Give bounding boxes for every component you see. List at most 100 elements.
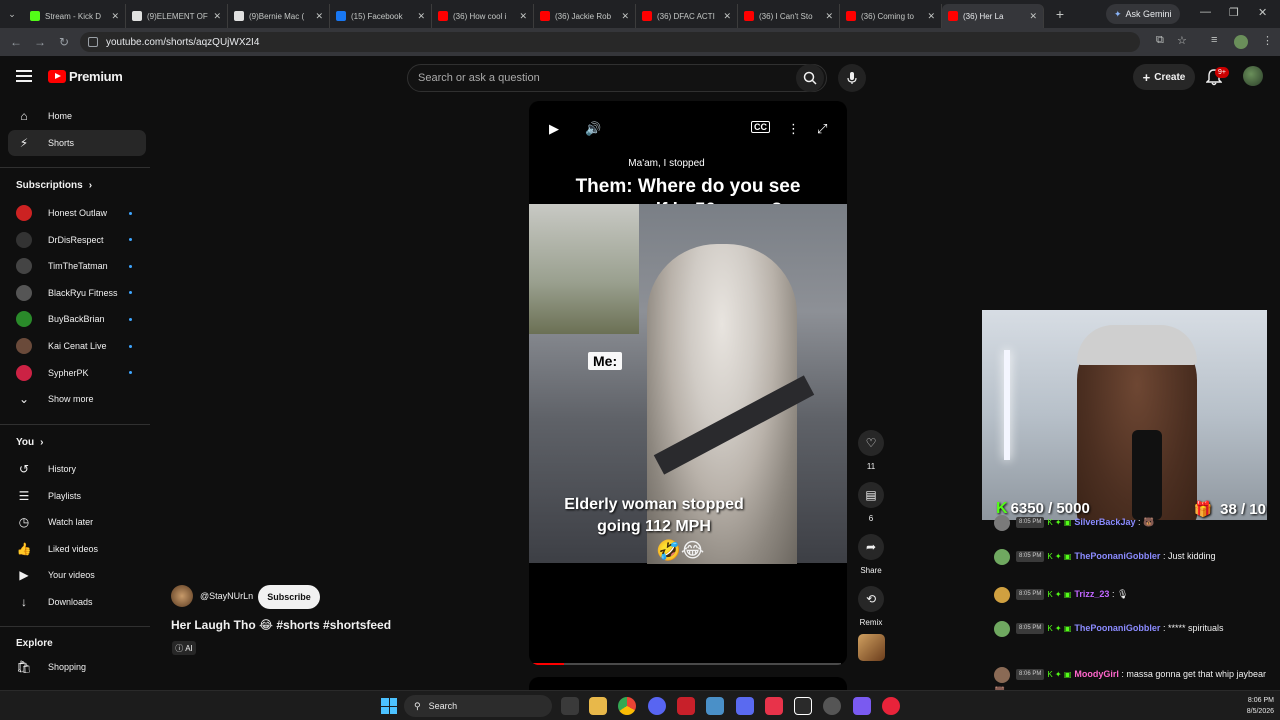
you-header[interactable]: You › <box>16 437 44 448</box>
chat-username[interactable]: MoodyGirl <box>1074 669 1119 679</box>
bookmark-star-icon[interactable]: ☆ <box>1177 34 1187 47</box>
sidebar-item-history[interactable]: ↺ History <box>8 456 146 482</box>
channel-name[interactable]: @StayNUrLn <box>200 591 253 601</box>
tab-list-icon[interactable]: ⌄ <box>0 9 24 20</box>
sidebar-item-blackryu-fitness[interactable]: BlackRyu Fitness <box>8 280 146 306</box>
app-icon-purple[interactable] <box>853 697 871 715</box>
more-options-icon[interactable]: ⋮ <box>787 121 800 137</box>
subscribe-button[interactable]: Subscribe <box>258 585 320 609</box>
close-tab-icon[interactable]: ✕ <box>723 11 731 22</box>
voice-search-button[interactable] <box>838 64 866 92</box>
sidebar-item-downloads[interactable]: ↓ Downloads <box>8 589 146 615</box>
sidebar-item-liked-videos[interactable]: 👍 Liked videos <box>8 536 146 562</box>
browser-tab[interactable]: (9)Bernie Mac (✕ <box>228 4 330 28</box>
sidebar-item-sypherpk[interactable]: SypherPK <box>8 360 146 386</box>
sidebar-item-playlists[interactable]: ☰ Playlists <box>8 483 146 509</box>
browser-tab[interactable]: Stream - Kick D ✕ <box>24 4 126 28</box>
comments-button[interactable]: ▤ 6 <box>858 482 884 523</box>
create-button[interactable]: + Create <box>1133 64 1195 90</box>
sidebar-item-drdisrespect[interactable]: DrDisRespect <box>8 227 146 253</box>
search-input[interactable]: Search or ask a question <box>407 64 827 92</box>
taskbar-search[interactable]: ⚲ Search <box>404 695 552 717</box>
browser-menu-icon[interactable]: ⋮ <box>1262 34 1273 47</box>
browser-tab[interactable]: (36) I Can't Sto ✕ <box>738 4 840 28</box>
close-tab-icon[interactable]: ✕ <box>111 11 119 22</box>
close-tab-icon[interactable]: ✕ <box>519 11 527 22</box>
sidebar-item-honest-outlaw[interactable]: Honest Outlaw <box>8 200 146 226</box>
account-avatar[interactable] <box>1243 66 1263 86</box>
new-tab-icon[interactable]: + <box>1048 6 1072 22</box>
windows-start-icon[interactable] <box>381 698 397 714</box>
remix-button[interactable]: ⟲ Remix <box>858 586 884 627</box>
close-tab-icon[interactable]: ✕ <box>417 11 425 22</box>
youtube-app-icon[interactable] <box>882 697 900 715</box>
file-explorer-icon[interactable] <box>589 697 607 715</box>
chat-username[interactable]: Trizz_23 <box>1074 589 1109 599</box>
close-tab-icon[interactable]: ✕ <box>825 11 833 22</box>
play-icon[interactable]: ▶ <box>549 121 559 137</box>
next-short-preview[interactable] <box>529 677 847 691</box>
discord-icon[interactable] <box>648 697 666 715</box>
close-tab-icon[interactable]: ✕ <box>315 11 323 22</box>
fullscreen-icon[interactable]: ⤢ <box>817 121 827 137</box>
volume-icon[interactable]: 🔊 <box>585 121 601 137</box>
menu-icon[interactable] <box>16 70 32 82</box>
like-button[interactable]: ♡ 11 <box>858 430 884 471</box>
forward-icon[interactable]: → <box>28 35 52 49</box>
install-icon[interactable]: ⧉ <box>1156 34 1164 47</box>
sidebar-item-shorts[interactable]: ⚡ Shorts <box>8 130 146 156</box>
url-field[interactable]: youtube.com/shorts/aqzQUjWX2I4 <box>80 32 1140 52</box>
browser-tab[interactable]: (36) Coming to ✕ <box>840 4 942 28</box>
chat-username[interactable]: ThePoonaniGobbler <box>1074 551 1160 561</box>
site-info-icon[interactable] <box>88 37 98 47</box>
explore-header[interactable]: Explore <box>16 638 53 649</box>
close-tab-icon[interactable]: ✕ <box>213 11 221 22</box>
search-button[interactable] <box>796 64 824 92</box>
profile-avatar[interactable] <box>1234 35 1248 49</box>
close-tab-icon[interactable]: ✕ <box>1029 11 1037 22</box>
browser-tab[interactable]: (15) Facebook ✕ <box>330 4 432 28</box>
browser-tab[interactable]: (36) How cool i ✕ <box>432 4 534 28</box>
ai-badge[interactable]: ⓘ AI <box>172 641 196 655</box>
app-icon-red[interactable] <box>677 697 695 715</box>
sidebar-item-show-more[interactable]: ⌄ Show more <box>8 386 146 412</box>
back-icon[interactable]: ← <box>4 35 28 49</box>
browser-tab[interactable]: (9)ELEMENT OF ✕ <box>126 4 228 28</box>
close-window-icon[interactable]: ✕ <box>1258 6 1267 19</box>
youtube-logo[interactable]: Premium <box>48 69 123 84</box>
close-tab-icon[interactable]: ✕ <box>927 11 935 22</box>
task-view-icon[interactable] <box>561 697 579 715</box>
sidebar-item-shopping[interactable]: 🛍 Shopping <box>8 654 146 680</box>
system-clock[interactable]: 8:06 PM 8/5/2026 <box>1206 695 1274 717</box>
chrome-icon[interactable] <box>618 697 636 715</box>
sidebar-item-timthetatman[interactable]: TimTheTatman <box>8 253 146 279</box>
app-icon-gray[interactable] <box>823 697 841 715</box>
ask-gemini-button[interactable]: ✦ Ask Gemini <box>1106 4 1180 24</box>
video-progress-bar[interactable] <box>533 663 841 665</box>
chat-username[interactable]: SilverBackJay <box>1074 517 1135 527</box>
browser-tab[interactable]: (36) DFAC ACTI ✕ <box>636 4 738 28</box>
reading-list-icon[interactable]: ≡ <box>1211 34 1217 46</box>
shorts-player[interactable]: ▶ 🔊 CC ⋮ ⤢ Ma'am, I stopped Them: Where … <box>529 101 847 665</box>
captions-icon[interactable]: CC <box>751 121 770 133</box>
sidebar-item-your-videos[interactable]: ▶ Your videos <box>8 562 146 588</box>
restore-icon[interactable]: ❐ <box>1229 6 1239 19</box>
subscriptions-header[interactable]: Subscriptions › <box>16 180 92 191</box>
obs-icon[interactable] <box>794 697 812 715</box>
sidebar-item-buybackbrian[interactable]: BuyBackBrian <box>8 306 146 332</box>
sidebar-item-kai-cenat-live[interactable]: Kai Cenat Live <box>8 333 146 359</box>
app-icon-indigo[interactable] <box>736 697 754 715</box>
reload-icon[interactable]: ↻ <box>52 35 76 49</box>
close-tab-icon[interactable]: ✕ <box>621 11 629 22</box>
browser-tab[interactable]: (36) Her La ✕ <box>942 4 1044 28</box>
app-icon-pink[interactable] <box>765 697 783 715</box>
sound-thumbnail[interactable] <box>858 634 885 661</box>
sidebar-item-home[interactable]: ⌂ Home <box>8 103 146 129</box>
share-button[interactable]: ➦ Share <box>858 534 884 575</box>
app-icon-blue[interactable] <box>706 697 724 715</box>
chat-username[interactable]: ThePoonaniGobbler <box>1074 623 1160 633</box>
sidebar-item-watch-later[interactable]: ◷ Watch later <box>8 509 146 535</box>
minimize-icon[interactable]: — <box>1200 6 1211 18</box>
browser-tab[interactable]: (36) Jackie Rob ✕ <box>534 4 636 28</box>
channel-avatar[interactable] <box>171 585 193 607</box>
